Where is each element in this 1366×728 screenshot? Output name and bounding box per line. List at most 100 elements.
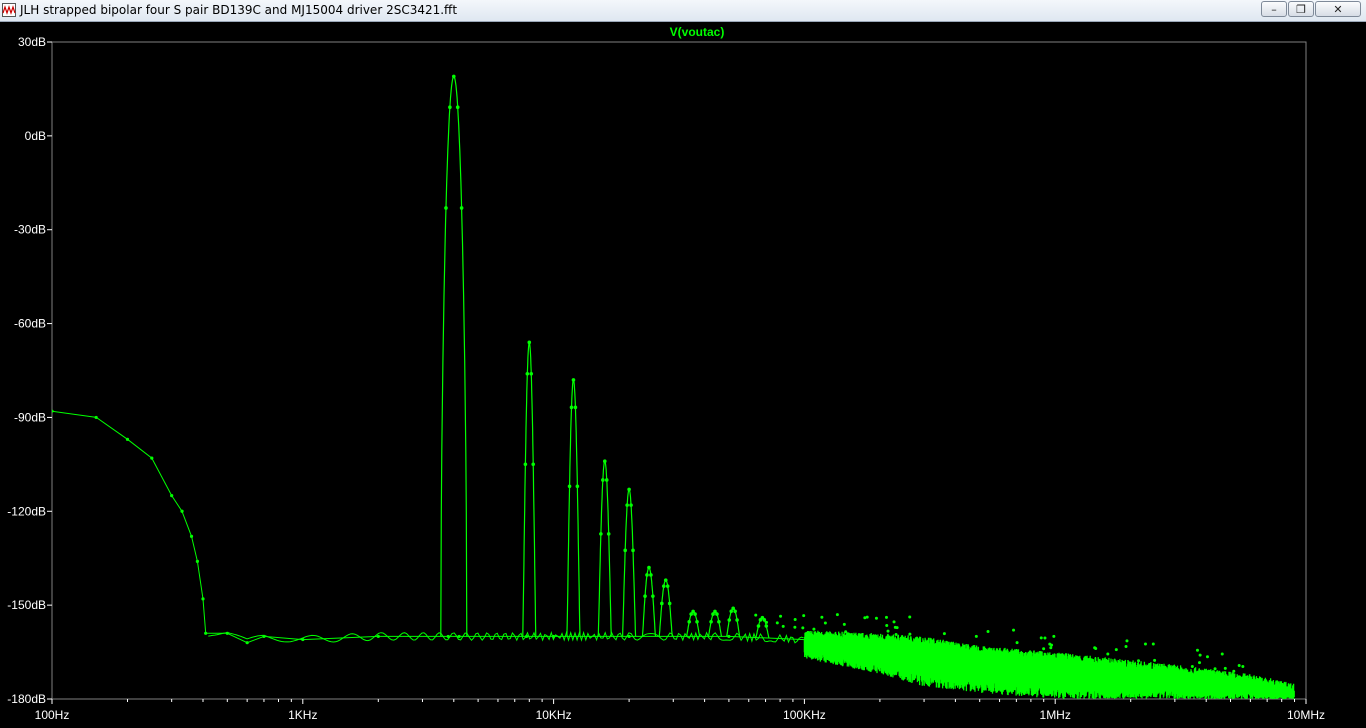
minimize-button[interactable]: – xyxy=(1261,1,1287,17)
noise-spike-point xyxy=(1241,664,1245,668)
noise-spike-point xyxy=(1198,653,1202,657)
data-point xyxy=(170,494,174,498)
x-tick-label: 1MHz xyxy=(1040,708,1071,722)
noise-spike-point xyxy=(986,630,990,634)
peak-data-point xyxy=(604,478,609,482)
maximize-button[interactable]: ❐ xyxy=(1288,1,1314,17)
harmonic-peak xyxy=(566,378,581,637)
close-icon: ✕ xyxy=(1333,2,1343,16)
data-point xyxy=(125,437,130,441)
peak-data-point xyxy=(756,624,761,628)
noise-floor-band xyxy=(803,630,1295,699)
y-tick-label: -90dB xyxy=(14,410,46,424)
noise-spike-point xyxy=(1213,667,1217,671)
noise-spike-point xyxy=(886,629,890,633)
peak-data-point xyxy=(695,619,699,624)
noise-spike-point xyxy=(1039,636,1043,640)
peak-data-point xyxy=(573,405,578,410)
peak-data-point xyxy=(625,503,629,507)
window-titlebar[interactable]: JLH strapped bipolar four S pair BD139C … xyxy=(0,0,1366,22)
peak-data-point xyxy=(693,612,697,616)
peak-data-point xyxy=(709,619,713,624)
peak-data-point xyxy=(575,484,580,489)
y-tick-label: -180dB xyxy=(7,692,46,706)
noise-spike-point xyxy=(974,634,978,638)
peak-data-point xyxy=(727,618,732,622)
peak-data-point xyxy=(661,584,666,588)
noise-spike-point xyxy=(802,614,806,618)
noise-spike-point xyxy=(835,613,839,617)
noise-spike-point xyxy=(842,622,846,626)
noise-spike-point xyxy=(820,615,824,619)
plot-frame xyxy=(51,41,1307,700)
peak-data-point xyxy=(601,478,605,482)
data-point xyxy=(195,559,200,563)
peak-data-point xyxy=(627,487,631,492)
peak-data-point xyxy=(451,74,456,79)
noise-spike-point xyxy=(1220,652,1224,656)
y-tick-label: -30dB xyxy=(14,223,46,237)
data-point xyxy=(204,631,208,635)
peak-data-point xyxy=(629,503,633,507)
peak-data-point xyxy=(444,206,448,210)
noise-spike-point xyxy=(1143,642,1147,646)
peak-data-point xyxy=(649,573,653,577)
peak-data-point xyxy=(531,462,536,467)
noise-spike-point xyxy=(823,621,827,625)
x-tick-label: 100KHz xyxy=(783,708,826,722)
noise-spike-point xyxy=(1223,666,1227,670)
x-tick-label: 1KHz xyxy=(288,708,317,722)
noise-spike-point xyxy=(942,632,946,636)
peak-data-point xyxy=(687,619,692,624)
peak-data-point xyxy=(665,584,670,588)
peak-data-point xyxy=(599,532,603,536)
peak-data-point xyxy=(647,565,651,570)
noise-spike-point xyxy=(874,616,878,620)
y-tick-label: 30dB xyxy=(18,35,46,49)
peak-data-point xyxy=(715,612,719,616)
noise-spike-point xyxy=(1198,661,1202,665)
noise-spike-point xyxy=(894,632,898,636)
noise-spike-point xyxy=(1195,648,1199,652)
harmonic-peak xyxy=(597,460,612,637)
peak-data-point xyxy=(651,594,655,598)
harmonic-peak xyxy=(726,607,741,637)
data-point xyxy=(180,509,184,513)
noise-spike-point xyxy=(1015,641,1019,645)
noise-spike-point xyxy=(1012,628,1016,632)
noise-spike-point xyxy=(793,617,797,621)
series-trace-group xyxy=(52,74,1295,699)
peak-data-point xyxy=(455,105,460,110)
harmonic-peak xyxy=(658,579,673,637)
noise-spike-point xyxy=(1049,646,1053,650)
noise-spike-point xyxy=(1052,634,1056,638)
data-point xyxy=(189,534,194,538)
peak-data-point xyxy=(660,601,664,606)
peak-data-point xyxy=(523,462,528,467)
data-point xyxy=(150,456,154,460)
peak-data-point xyxy=(663,578,668,582)
noise-spike-point xyxy=(765,620,769,624)
noise-spike-point xyxy=(1106,652,1110,656)
x-tick-label: 10MHz xyxy=(1287,708,1325,722)
harmonic-peak xyxy=(686,610,701,637)
data-point xyxy=(201,597,205,601)
close-button[interactable]: ✕ xyxy=(1315,1,1361,17)
noise-spike-point xyxy=(1093,646,1097,650)
data-point xyxy=(727,634,731,639)
peak-data-point xyxy=(448,105,452,110)
noise-spike-point xyxy=(1137,659,1141,663)
peak-data-point xyxy=(729,609,734,614)
y-tick-label: 0dB xyxy=(25,129,46,143)
noise-spike-point xyxy=(892,620,896,624)
peak-data-point xyxy=(602,459,607,464)
fft-plot[interactable]: V(voutac) 30dB 0dB -30dB -60dB -90dB -120dB -15… xyxy=(0,22,1366,728)
noise-spike-point xyxy=(1114,648,1118,652)
noise-spike-point xyxy=(1153,658,1157,662)
data-point xyxy=(376,634,380,639)
peak-data-point xyxy=(631,548,635,553)
noise-spike-point xyxy=(812,627,816,631)
noise-spike-point xyxy=(1125,639,1129,643)
harmonic-peak xyxy=(641,566,657,637)
harmonic-peak xyxy=(622,488,637,637)
